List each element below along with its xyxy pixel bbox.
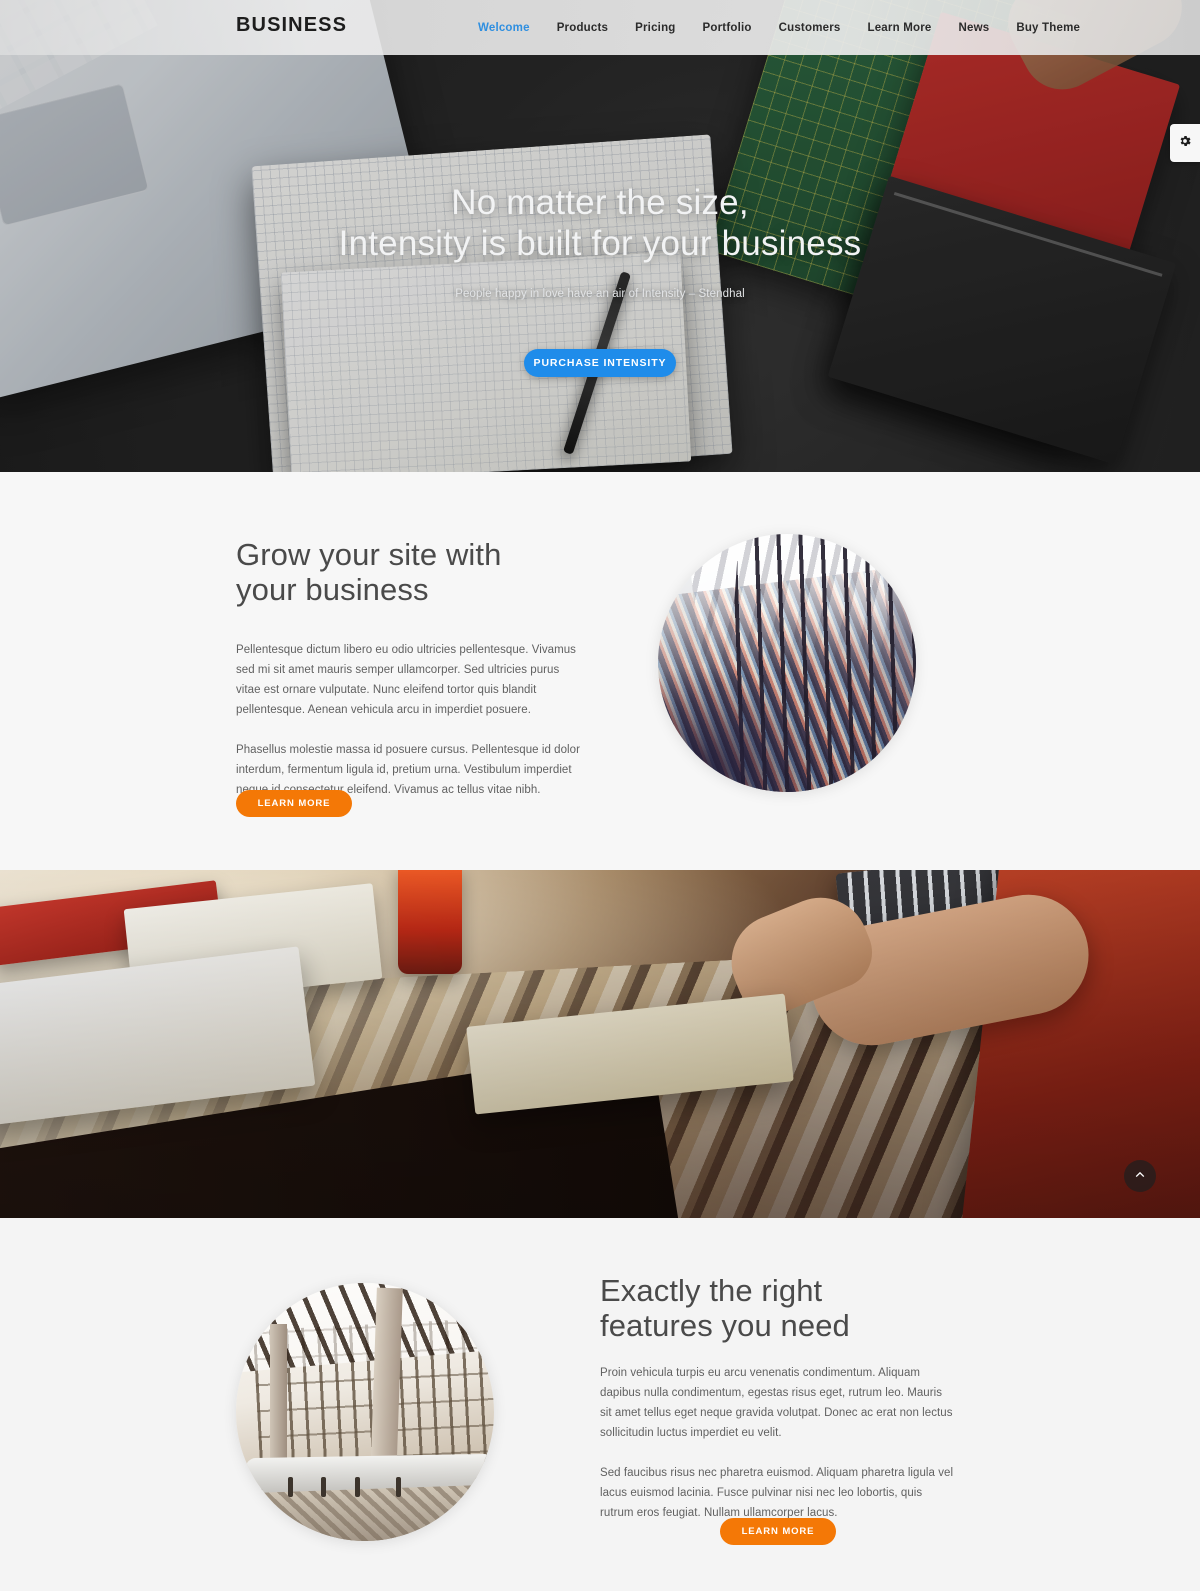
station-person-graphic (395, 1477, 401, 1498)
features-heading-line-1: Exactly the right (600, 1273, 823, 1308)
hero-title-line-2: Intensity is built for your business (338, 224, 862, 264)
grow-learn-more-button[interactable]: LEARN MORE (236, 790, 352, 817)
chevron-up-icon (1133, 1167, 1147, 1186)
hero-subtitle: People happy in love have an air of Inte… (455, 287, 745, 300)
grow-heading-line-2: your business (236, 571, 429, 607)
nav-item-buy-theme[interactable]: Buy Theme (1016, 22, 1080, 34)
hero-content: No matter the size, Intensity is built f… (0, 0, 1200, 472)
features-circular-image (236, 1283, 494, 1541)
settings-panel-toggle[interactable] (1170, 124, 1200, 162)
hero-section: No matter the size, Intensity is built f… (0, 0, 1200, 472)
grow-cta-wrapper: LEARN MORE (236, 790, 352, 817)
features-paragraph-2: Sed faucibus risus nec pharetra euismod.… (600, 1467, 954, 1520)
features-heading: Exactly the right features you need (600, 1273, 956, 1343)
station-person-graphic (287, 1477, 293, 1498)
station-person-graphic (354, 1477, 360, 1498)
scroll-to-top-button[interactable] (1124, 1160, 1156, 1192)
hero-title: No matter the size, Intensity is built f… (339, 182, 862, 265)
library-shadow-graphic (658, 668, 829, 792)
hero-title-line-1: No matter the size, (451, 183, 749, 222)
grow-heading: Grow your site with your business (236, 537, 586, 607)
purchase-intensity-button[interactable]: PURCHASE INTENSITY (524, 348, 676, 377)
grow-heading-line-1: Grow your site with (236, 537, 502, 572)
nav-item-customers[interactable]: Customers (779, 22, 841, 34)
features-cta-wrapper: LEARN MORE (600, 1518, 956, 1545)
features-text-column: Exactly the right features you need Proi… (600, 1273, 956, 1523)
band-overlay (0, 870, 1200, 1218)
site-logo[interactable]: BUSINESS (236, 14, 347, 37)
parallax-band-section (0, 870, 1200, 1218)
features-heading-line-2: features you need (600, 1307, 850, 1343)
features-paragraph-1: Proin vehicula turpis eu arcu venenatis … (600, 1367, 953, 1440)
station-platform-graphic (236, 1484, 494, 1541)
grow-section: Grow your site with your business Pellen… (0, 472, 1200, 870)
grow-paragraph-1: Pellentesque dictum libero eu odio ultri… (236, 644, 576, 717)
nav-item-learn-more[interactable]: Learn More (867, 22, 931, 34)
nav-item-news[interactable]: News (958, 22, 989, 34)
grow-text-column: Grow your site with your business Pellen… (236, 537, 586, 800)
main-navigation: Welcome Products Pricing Portfolio Custo… (478, 0, 1080, 55)
header-container: BUSINESS Welcome Products Pricing Portfo… (0, 0, 1200, 55)
nav-item-products[interactable]: Products (557, 22, 608, 34)
grow-circular-image (658, 534, 916, 792)
features-learn-more-button[interactable]: LEARN MORE (720, 1518, 836, 1545)
nav-item-welcome[interactable]: Welcome (478, 22, 530, 34)
gear-icon (1178, 134, 1192, 153)
nav-item-portfolio[interactable]: Portfolio (703, 22, 752, 34)
nav-item-pricing[interactable]: Pricing (635, 22, 675, 34)
station-person-graphic (321, 1477, 327, 1498)
features-section: Exactly the right features you need Proi… (0, 1218, 1200, 1591)
site-header: BUSINESS Welcome Products Pricing Portfo… (0, 0, 1200, 55)
